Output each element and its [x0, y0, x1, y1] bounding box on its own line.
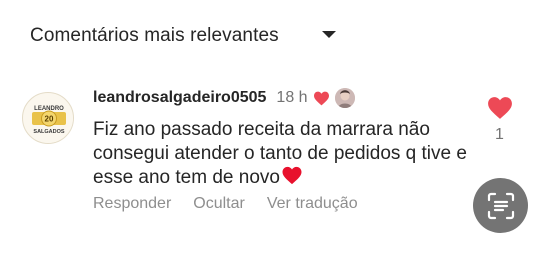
hide-button[interactable]: Ocultar [193, 195, 245, 213]
commenter-avatar[interactable]: LEANDRO 20 SALGADOS [22, 92, 74, 144]
comments-sort-label: Comentários mais relevantes [30, 25, 279, 46]
comment-meta: leandrosalgadeiro0505 18 h [93, 87, 355, 109]
comment-time: 18 h [276, 89, 308, 106]
comment-text: Fiz ano passado receita da marrara não c… [93, 118, 493, 190]
like-heart-icon[interactable] [487, 96, 513, 120]
like-count: 1 [495, 126, 504, 143]
reply-button[interactable]: Responder [93, 195, 171, 213]
chevron-down-icon[interactable] [322, 31, 336, 38]
creator-face-icon [334, 88, 355, 108]
see-translation-button[interactable]: Ver tradução [267, 195, 358, 213]
scan-text-button[interactable] [473, 178, 528, 233]
text-scan-icon [487, 192, 514, 219]
avatar-text-bottom: SALGADOS [33, 129, 65, 135]
heart-emoji-icon [282, 166, 302, 185]
leandro-salgados-logo-icon: LEANDRO 20 SALGADOS [25, 95, 73, 143]
commenter-username[interactable]: leandrosalgadeiro0505 [93, 89, 266, 107]
creator-liked-heart-icon [313, 91, 329, 105]
creator-mini-avatar [334, 88, 355, 108]
comment-actions: Responder Ocultar Ver tradução [93, 195, 380, 213]
sort-comments-dropdown[interactable]: Comentários mais relevantes [30, 23, 340, 49]
comment-body: Fiz ano passado receita da marrara não c… [93, 119, 467, 188]
avatar-badge: 20 [45, 115, 54, 124]
